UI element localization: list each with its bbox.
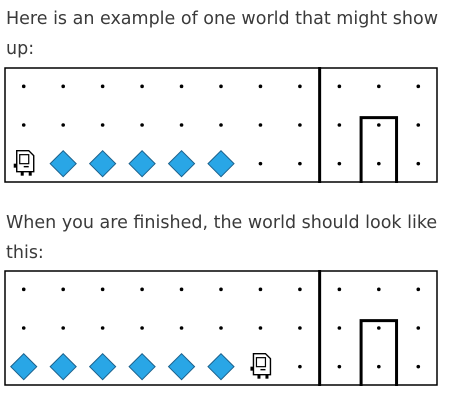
corner-dot [61,123,65,127]
corner-dot [21,326,26,330]
corner-dot [179,123,184,127]
corner-dot [416,287,421,292]
corner-dot [337,364,342,369]
beeper-diamond-icon [128,352,156,381]
corner-dot [377,123,381,127]
corner-dot [258,161,263,166]
corner-dot [298,364,302,369]
corner-dot [337,326,342,330]
corner-dot [219,326,223,330]
karel-robot-icon [250,352,272,379]
corner-dot [337,84,342,89]
corner-dot [100,287,105,292]
corner-dot [61,287,65,292]
intro-text: Here is an example of one world that mig… [6,9,439,59]
corner-dot [258,287,263,292]
corner-dot [140,84,144,89]
world-before-grid [4,67,438,183]
corner-dot [416,364,421,369]
corner-dot [377,84,381,89]
corner-dot [100,326,105,330]
corner-dot [219,123,223,127]
beeper-diamond-icon [49,352,77,381]
corner-dot [258,84,263,89]
corner-dot [416,326,421,330]
corner-dot [377,287,381,292]
beeper-diamond-icon [10,352,38,381]
corner-dot [219,287,223,292]
corner-dot [21,84,26,89]
corner-dot [377,161,381,166]
beeper-diamond-icon [128,149,156,178]
beeper-diamond-icon [167,149,196,178]
corner-dot [298,287,302,292]
corner-dot [298,326,302,330]
corner-dot [298,84,302,89]
corner-dot [179,84,184,89]
beeper-diamond-icon [207,352,235,381]
corner-dot [298,161,302,166]
corner-dot [337,287,342,292]
door-icon [359,319,399,386]
corner-dot [258,123,263,127]
corner-dot [377,326,381,330]
corner-dot [61,84,65,89]
world-after-grid [4,270,438,386]
beeper-diamond-icon [167,352,196,381]
corner-dot [61,326,65,330]
corner-dot [179,326,184,330]
corner-dot [416,161,421,166]
karel-robot-icon [13,149,35,176]
beeper-diamond-icon [49,149,77,178]
corner-dot [140,326,144,330]
corner-dot [416,84,421,89]
corner-dot [337,123,342,127]
beeper-diamond-icon [88,149,117,178]
corner-dot [100,123,105,127]
corner-dot [219,84,223,89]
after-text: When you are finished, the world should … [6,213,438,263]
corner-dot [337,161,342,166]
corner-dot [100,84,105,89]
corner-dot [377,364,381,369]
corner-dot [179,287,184,292]
corner-dot [298,123,302,127]
corner-dot [258,326,263,330]
corner-dot [21,287,26,292]
corner-dot [21,123,26,127]
beeper-diamond-icon [207,149,235,178]
corner-dot [416,123,421,127]
corner-dot [140,287,144,292]
door-icon [359,116,399,183]
beeper-diamond-icon [88,352,117,381]
corner-dot [140,123,144,127]
